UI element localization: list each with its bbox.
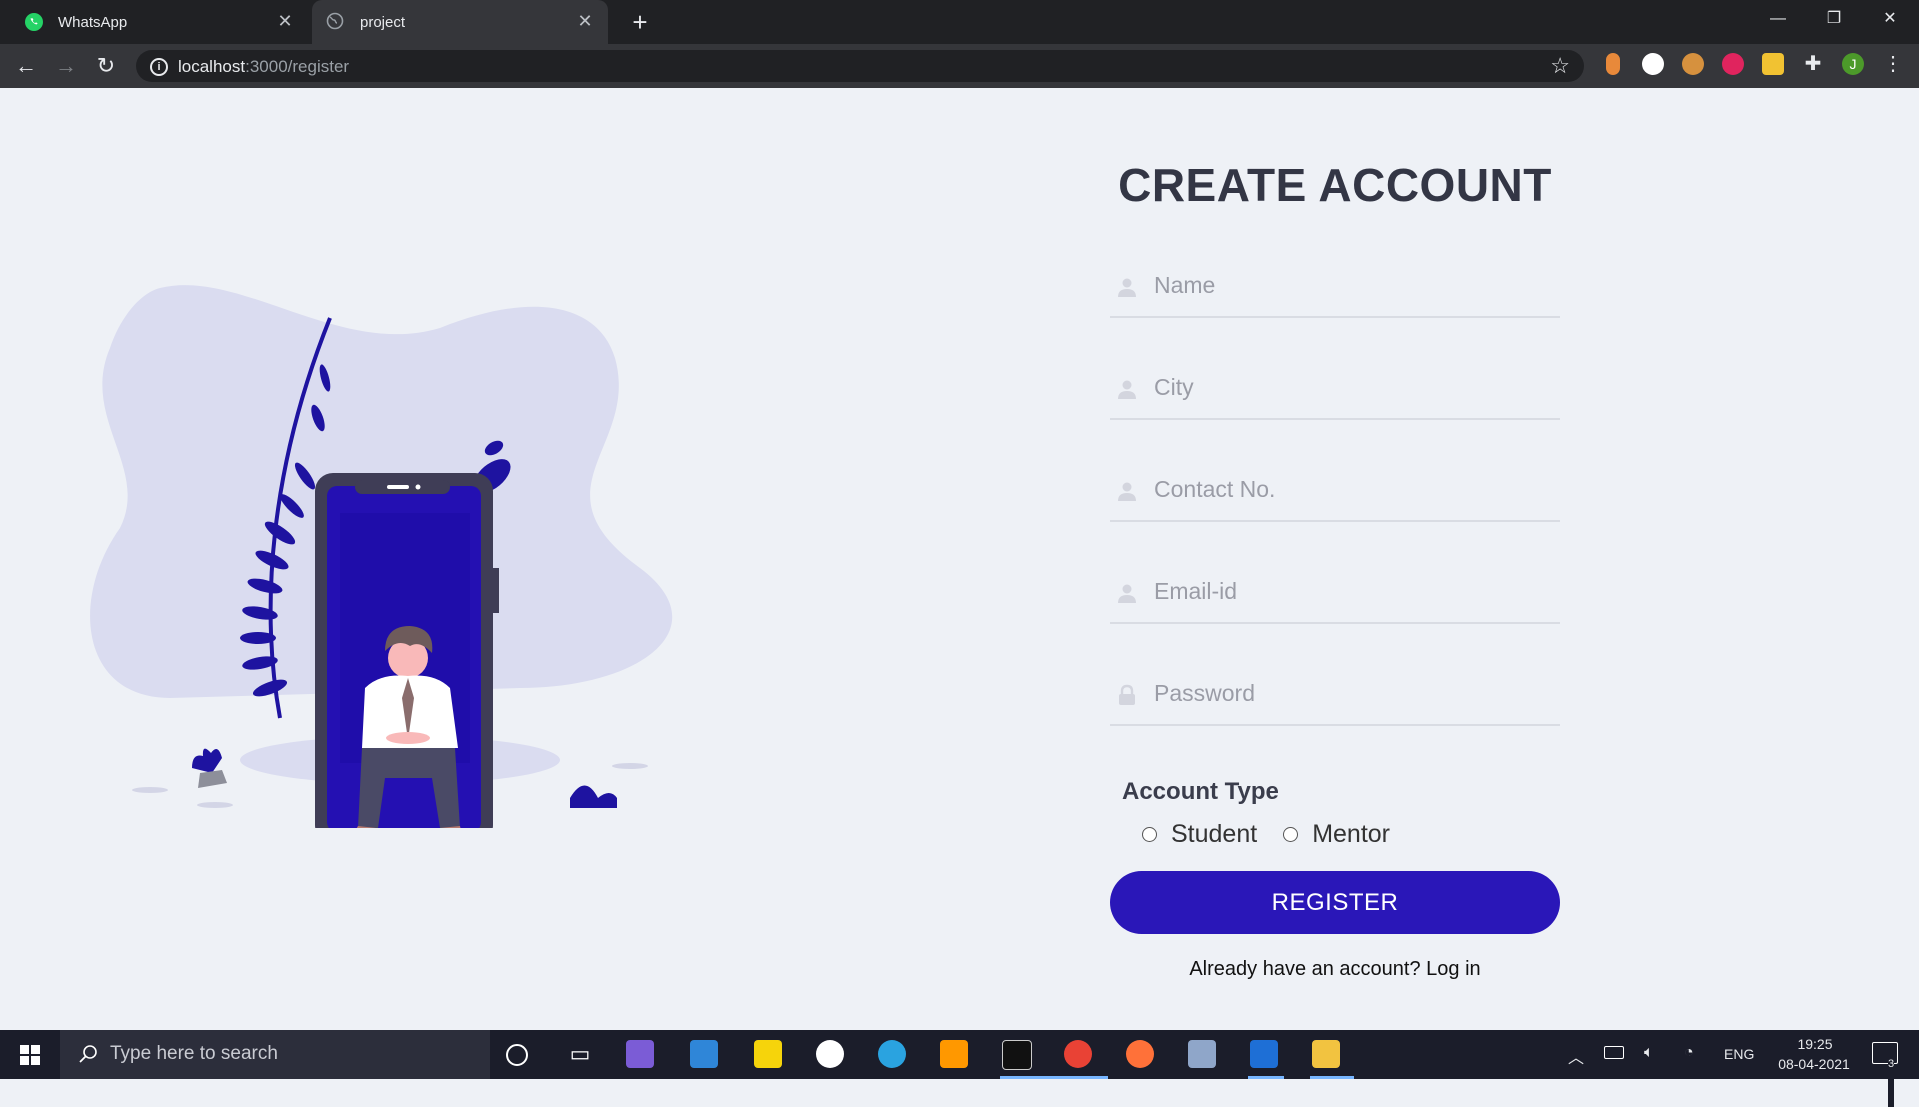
- login-link[interactable]: Already have an account? Log in: [1110, 958, 1560, 981]
- windows-start-icon[interactable]: [0, 1030, 60, 1079]
- search-placeholder: Type here to search: [110, 1043, 278, 1064]
- email-field: [1110, 540, 1560, 642]
- illustration: [90, 285, 673, 828]
- close-window-button[interactable]: ✕: [1862, 0, 1918, 38]
- cookie-icon[interactable]: [1682, 53, 1704, 75]
- tab-strip: WhatsApp ✕ project ✕ + — ❐ ✕: [0, 0, 1919, 44]
- password-input[interactable]: [1110, 662, 1560, 726]
- account-type-label: Account Type: [1122, 778, 1279, 805]
- notification-count: 3: [1888, 1058, 1895, 1107]
- computer-app-icon[interactable]: [690, 1040, 718, 1068]
- volume-icon[interactable]: 🔈︎: [1644, 1044, 1654, 1093]
- picture-icon[interactable]: [1762, 53, 1784, 75]
- profile-avatar[interactable]: J: [1842, 53, 1864, 75]
- radio-button[interactable]: [1283, 827, 1299, 842]
- sublime-text-icon[interactable]: [940, 1040, 968, 1068]
- virtualbox-icon[interactable]: [1188, 1040, 1216, 1068]
- cortana-icon[interactable]: [506, 1044, 528, 1066]
- wifi-icon[interactable]: ◔: [1684, 1044, 1694, 1093]
- url-text[interactable]: localhost:3000/register: [178, 57, 349, 77]
- radio-student[interactable]: Student: [1142, 820, 1257, 849]
- name-input[interactable]: [1110, 254, 1560, 318]
- file-explorer-icon[interactable]: [1312, 1040, 1340, 1068]
- radio-label: Mentor: [1312, 820, 1390, 848]
- reload-icon[interactable]: ↻: [92, 52, 120, 80]
- site-info-icon[interactable]: i: [150, 58, 168, 76]
- task-view-icon[interactable]: ▭: [566, 1040, 594, 1068]
- taskbar-search[interactable]: Type here to search: [60, 1030, 490, 1079]
- city-input[interactable]: [1110, 356, 1560, 420]
- restore-button[interactable]: ❐: [1806, 0, 1862, 38]
- close-tab-icon[interactable]: ✕: [576, 12, 594, 30]
- register-form: CREATE ACCOUNT Account Type Student: [1110, 158, 1560, 981]
- register-page: CREATE ACCOUNT Account Type Student: [0, 88, 1919, 1030]
- register-button[interactable]: REGISTER: [1110, 871, 1560, 934]
- honey-icon[interactable]: [1606, 53, 1620, 75]
- radio-button[interactable]: [1142, 827, 1157, 842]
- mongodb-compass-icon[interactable]: [816, 1040, 844, 1068]
- tab-title: WhatsApp: [58, 13, 128, 31]
- tab-project[interactable]: project ✕: [312, 0, 608, 44]
- tab-whatsapp[interactable]: WhatsApp ✕: [0, 0, 308, 44]
- chrome-icon[interactable]: [1064, 1040, 1092, 1068]
- tab-title: project: [360, 13, 406, 31]
- telegram-icon[interactable]: [878, 1040, 906, 1068]
- menu-kebab-icon[interactable]: ⋮: [1882, 53, 1904, 75]
- address-bar[interactable]: i localhost:3000/register ☆: [136, 50, 1584, 82]
- whatsapp-icon: [24, 12, 44, 32]
- show-hidden-icons[interactable]: ︿: [1568, 1044, 1584, 1093]
- battery-icon[interactable]: [1604, 1046, 1624, 1059]
- contact-input[interactable]: [1110, 458, 1560, 522]
- sticky-notes-icon[interactable]: [754, 1040, 782, 1068]
- contact-field: [1110, 438, 1560, 540]
- firefox-icon[interactable]: [1126, 1040, 1154, 1068]
- feather-app-icon[interactable]: [626, 1040, 654, 1068]
- new-tab-button[interactable]: +: [626, 8, 654, 36]
- email-input[interactable]: [1110, 560, 1560, 624]
- clock-date[interactable]: 08-04-2021: [1766, 1056, 1862, 1105]
- forward-icon[interactable]: →: [52, 52, 80, 80]
- back-icon[interactable]: ←: [12, 52, 40, 80]
- bookmark-star-icon[interactable]: ☆: [1550, 53, 1570, 79]
- globe-icon: [326, 12, 346, 32]
- close-tab-icon[interactable]: ✕: [276, 12, 294, 30]
- radio-mentor[interactable]: Mentor: [1283, 820, 1390, 849]
- puzzle-icon[interactable]: ✚: [1802, 53, 1824, 75]
- language-indicator[interactable]: ENG: [1724, 1046, 1754, 1095]
- meesho-icon[interactable]: [1722, 53, 1744, 75]
- extension-circle-icon[interactable]: [1642, 53, 1664, 75]
- password-field: [1110, 642, 1560, 744]
- page-title: CREATE ACCOUNT: [1118, 159, 1552, 211]
- vscode-icon[interactable]: [1250, 1040, 1278, 1068]
- windows-taskbar: Type here to search ▭ ︿ 🔈︎ ◔ ENG 19:25 0…: [0, 1030, 1919, 1107]
- city-field: [1110, 336, 1560, 438]
- browser-toolbar: ← → ↻ i localhost:3000/register ☆: [0, 44, 1919, 88]
- search-icon: [79, 1045, 97, 1063]
- minimize-button[interactable]: —: [1750, 0, 1806, 38]
- terminal-icon[interactable]: [1002, 1040, 1032, 1070]
- name-field: [1110, 234, 1560, 336]
- account-type-group: Student Mentor: [1142, 820, 1560, 849]
- radio-label: Student: [1171, 820, 1258, 848]
